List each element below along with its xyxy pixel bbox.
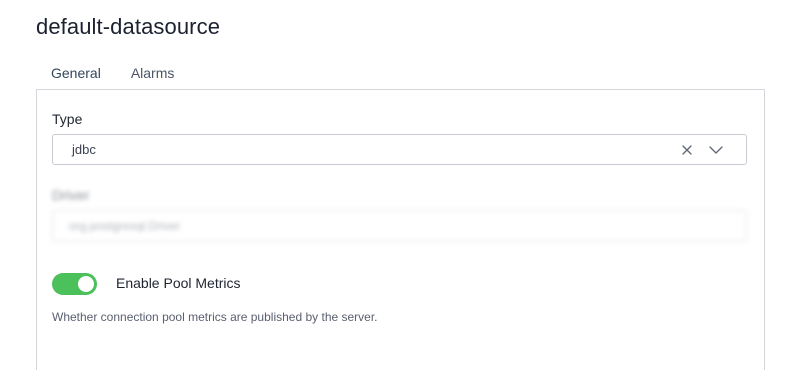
type-label: Type bbox=[52, 111, 83, 127]
pool-metrics-toggle[interactable] bbox=[52, 273, 97, 295]
driver-label: Driver bbox=[52, 187, 90, 203]
driver-input-value: org.postgresql.Driver bbox=[69, 219, 181, 233]
tab-bar: General Alarms bbox=[36, 60, 190, 91]
tab-alarms[interactable]: Alarms bbox=[116, 60, 190, 89]
chevron-down-icon[interactable] bbox=[708, 143, 724, 157]
pool-metrics-label: Enable Pool Metrics bbox=[116, 275, 241, 291]
type-select[interactable]: jdbc bbox=[52, 134, 747, 165]
driver-input[interactable]: org.postgresql.Driver bbox=[52, 210, 747, 242]
pool-metrics-help: Whether connection pool metrics are publ… bbox=[52, 310, 378, 324]
type-select-value: jdbc bbox=[72, 142, 96, 157]
close-icon[interactable] bbox=[680, 143, 694, 157]
page-title: default-datasource bbox=[36, 14, 221, 39]
toggle-knob bbox=[78, 276, 94, 292]
tab-general[interactable]: General bbox=[36, 60, 116, 91]
